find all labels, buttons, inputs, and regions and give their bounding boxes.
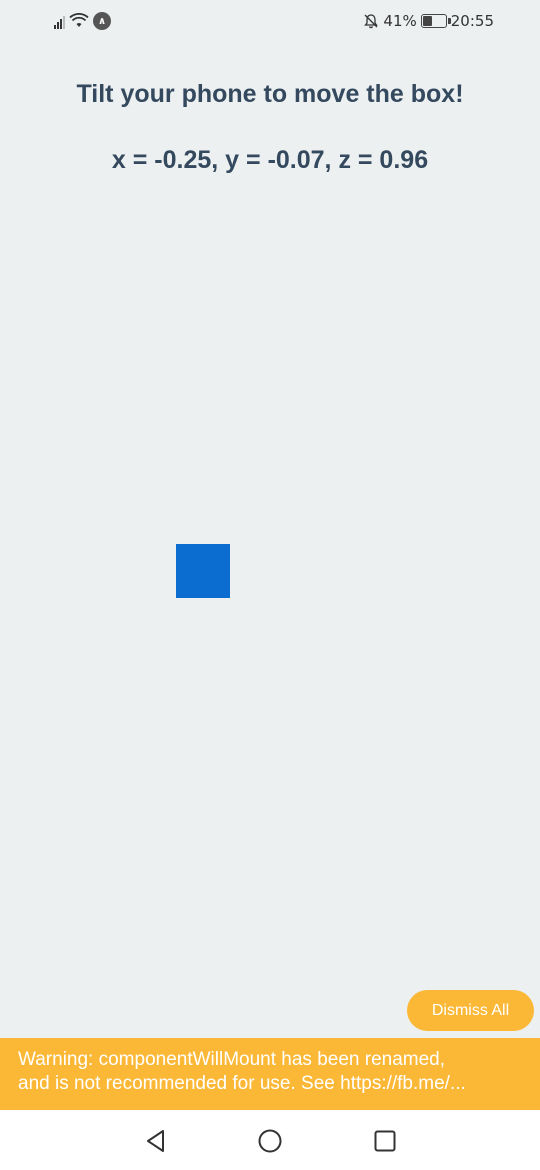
recent-apps-icon[interactable] xyxy=(372,1128,398,1154)
status-right: 41% 20:55 xyxy=(363,12,494,30)
navigation-bar xyxy=(0,1110,540,1170)
app-badge-icon: ∧ xyxy=(93,12,111,30)
bell-off-icon xyxy=(364,14,379,29)
battery-icon xyxy=(420,14,451,28)
dismiss-all-button[interactable]: Dismiss All xyxy=(407,990,534,1031)
clock: 20:55 xyxy=(450,12,494,30)
tilt-box xyxy=(176,544,230,598)
warning-line-1: Warning: componentWillMount has been ren… xyxy=(18,1049,446,1070)
battery-percent: 41% xyxy=(383,12,417,30)
back-icon[interactable] xyxy=(143,1128,169,1154)
status-bar: ∧ 41% 20:55 xyxy=(0,0,540,42)
wifi-icon xyxy=(69,13,89,27)
page-title: Tilt your phone to move the box! xyxy=(76,80,464,108)
status-left: ∧ xyxy=(54,12,111,30)
warning-line-2: and is not recommended for use. See http… xyxy=(18,1073,466,1094)
home-icon[interactable] xyxy=(257,1128,283,1154)
warning-banner[interactable]: Warning: componentWillMount has been ren… xyxy=(0,1038,540,1110)
accelerometer-readout: x = -0.25, y = -0.07, z = 0.96 xyxy=(111,146,429,174)
signal-icon xyxy=(54,13,65,29)
